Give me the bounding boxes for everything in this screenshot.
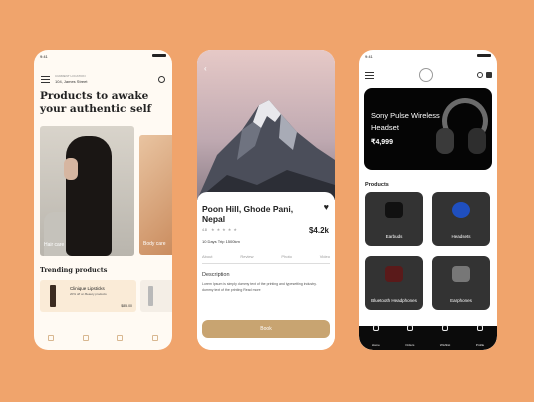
body-care-card[interactable]: Body care: [139, 135, 172, 255]
tile-label: Headsets: [451, 234, 471, 239]
beauty-app-phone: 9:41 CURRENT LOCATION 104, James Street …: [34, 50, 172, 350]
book-button[interactable]: Book: [202, 320, 330, 338]
tile-label: Bluetooth Headphones: [371, 298, 417, 303]
nav-profile[interactable]: Profile: [475, 325, 485, 350]
promo-banner[interactable]: Sony Pulse Wireless Headset ₹4,999: [364, 88, 492, 170]
back-icon[interactable]: ‹: [204, 64, 207, 73]
description-title: Description: [202, 272, 230, 278]
model-face: [64, 158, 78, 180]
description-text: Lorem Ipsum is simply dummy text of the …: [202, 282, 317, 292]
category-tile-headsets[interactable]: Headsets: [432, 192, 490, 246]
bag-icon[interactable]: [117, 335, 124, 341]
menu-icon[interactable]: [41, 76, 50, 85]
tab-video[interactable]: Video: [320, 254, 330, 259]
model-hair: [66, 136, 112, 256]
status-time: 9:41: [365, 54, 373, 59]
nav-label: Orders: [405, 343, 415, 347]
product-price: $85.00: [121, 304, 132, 308]
card-label: Body care: [143, 241, 166, 247]
nav-label: Profile: [475, 343, 485, 347]
menu-icon[interactable]: [365, 72, 374, 81]
nav-home[interactable]: Home: [372, 325, 380, 350]
carousel-dots: [424, 162, 433, 170]
product-name: Clinique Lipsticks: [70, 286, 105, 291]
tab-bar: About Review Photo Video: [202, 254, 330, 264]
headset-cup: [468, 128, 486, 154]
page-title: Products to awake your authentic self: [40, 90, 152, 115]
bottom-nav: Home Orders Wishlist Profile: [359, 325, 497, 350]
travel-app-phone: ‹ Poon Hill, Ghode Pani, Nepal ♥ 4.8 ★★★…: [197, 50, 335, 350]
category-tile-earbuds[interactable]: Earbuds: [365, 192, 423, 246]
card-label: Hair care: [44, 242, 65, 248]
category-tile-earphones[interactable]: Earphones: [432, 256, 490, 310]
home-icon[interactable]: [48, 335, 55, 341]
nav-orders[interactable]: Orders: [405, 325, 414, 350]
tab-photo[interactable]: Photo: [281, 254, 291, 259]
earphones-icon: [452, 266, 470, 282]
rating-stars: ★★★★★: [211, 227, 239, 232]
place-title: Poon Hill, Ghode Pani, Nepal: [202, 204, 294, 224]
bluetooth-headphones-icon: [385, 266, 403, 282]
product-desc: 20% off on Beauty products: [70, 292, 107, 296]
orders-icon: [406, 325, 413, 331]
product-image: [50, 285, 56, 307]
earbuds-icon: [385, 202, 403, 218]
location-label: CURRENT LOCATION: [55, 74, 86, 78]
product-image: [148, 286, 153, 306]
search-icon[interactable]: [158, 76, 165, 83]
profile-icon: [476, 325, 483, 331]
cart-icon[interactable]: [486, 72, 492, 78]
hair-care-card[interactable]: Hair care: [40, 126, 134, 256]
nav-label: Wishlist: [439, 343, 451, 347]
banner-price: ₹4,999: [371, 139, 393, 146]
mountain-illustration: [197, 100, 335, 200]
headset-icon: [452, 202, 470, 218]
product-card[interactable]: Clinique Lipsticks 20% off on Beauty pro…: [40, 280, 136, 312]
tile-label: Earphones: [450, 298, 472, 303]
trip-price: $4.2k: [308, 226, 329, 235]
heart-icon: [442, 325, 449, 331]
battery-icon: [152, 54, 166, 57]
tile-label: Earbuds: [385, 234, 403, 239]
section-title: Trending products: [40, 266, 108, 274]
status-time: 9:41: [40, 54, 48, 59]
bottom-nav: [34, 326, 172, 350]
tab-about[interactable]: About: [202, 254, 212, 259]
mountain-image: ‹: [197, 50, 335, 200]
nav-wishlist[interactable]: Wishlist: [440, 325, 450, 350]
headset-cup: [436, 128, 454, 154]
rating-value: 4.8: [202, 228, 207, 232]
audio-store-phone: 9:41 Sony Pulse Wireless Headset ₹4,999 …: [359, 50, 497, 350]
detail-sheet: Poon Hill, Ghode Pani, Nepal ♥ 4.8 ★★★★★…: [197, 192, 335, 350]
section-title: Products: [365, 182, 389, 188]
close-icon[interactable]: [151, 335, 158, 341]
search-icon[interactable]: [477, 72, 483, 78]
trip-info: 10 Days Trip 1500km: [202, 239, 240, 244]
location-value[interactable]: 104, James Street: [55, 79, 87, 84]
home-icon: [372, 325, 379, 331]
tab-review[interactable]: Review: [240, 254, 253, 259]
battery-icon: [477, 54, 491, 57]
category-tile-bluetooth[interactable]: Bluetooth Headphones: [365, 256, 423, 310]
brand-logo: [419, 68, 433, 82]
orders-icon[interactable]: [82, 335, 89, 341]
heart-icon[interactable]: ♥: [324, 202, 329, 212]
nav-label: Home: [371, 343, 380, 347]
product-card[interactable]: [140, 280, 172, 312]
